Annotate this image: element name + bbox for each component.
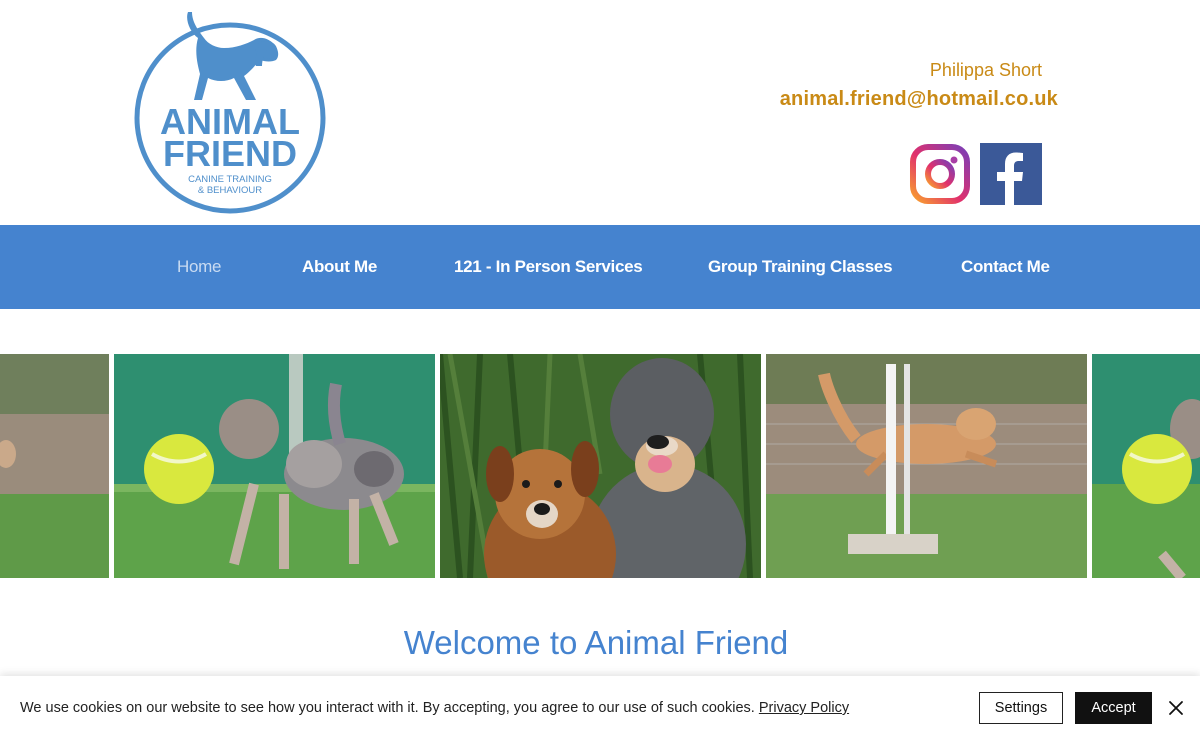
cookie-text: We use cookies on our website to see how… — [20, 700, 755, 716]
contact-name: Philippa Short — [929, 60, 1042, 80]
instagram-icon[interactable] — [909, 143, 971, 205]
logo-subtitle-line2: & BEHAVIOUR — [198, 185, 262, 196]
main-navigation: Home About Me 121 - In Person Services G… — [0, 225, 1200, 309]
cookie-settings-button[interactable]: Settings — [979, 692, 1063, 724]
photo-gallery-slider[interactable] — [0, 354, 1200, 578]
animal-friend-logo[interactable]: ANIMAL FRIEND CANINE TRAINING & BEHAVIOU… — [128, 8, 332, 220]
cookie-message: We use cookies on our website to see how… — [20, 700, 849, 716]
gallery-slide[interactable] — [114, 354, 435, 578]
close-icon[interactable] — [1166, 698, 1186, 718]
cookie-accept-button[interactable]: Accept — [1075, 692, 1152, 724]
facebook-icon[interactable] — [980, 143, 1042, 205]
gallery-slide[interactable] — [1092, 354, 1200, 578]
privacy-policy-link[interactable]: Privacy Policy — [759, 700, 849, 716]
nav-item-group-training-classes[interactable]: Group Training Classes — [708, 257, 893, 277]
nav-item-about-me[interactable]: About Me — [302, 257, 377, 277]
gallery-slide[interactable] — [766, 354, 1087, 578]
contact-email-link[interactable]: animal.friend@hotmail.co.uk — [780, 88, 1058, 111]
welcome-heading: Welcome to Animal Friend — [403, 624, 789, 661]
logo-title-line2: FRIEND — [163, 133, 297, 174]
nav-item-home[interactable]: Home — [177, 257, 221, 277]
nav-item-contact-me[interactable]: Contact Me — [961, 257, 1050, 277]
cookie-banner: We use cookies on our website to see how… — [0, 676, 1200, 740]
site-header: ANIMAL FRIEND CANINE TRAINING & BEHAVIOU… — [0, 0, 1200, 225]
gallery-slide[interactable] — [440, 354, 761, 578]
gallery-slide[interactable] — [0, 354, 109, 578]
logo-subtitle-line1: CANINE TRAINING — [188, 174, 272, 185]
nav-item-in-person-services[interactable]: 121 - In Person Services — [454, 257, 643, 277]
